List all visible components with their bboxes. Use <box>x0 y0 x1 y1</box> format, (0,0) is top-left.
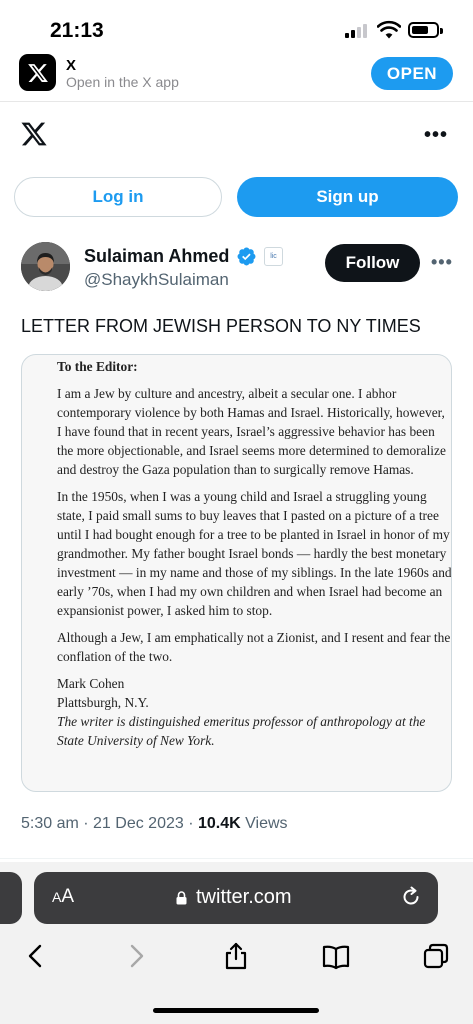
letter-paragraph: In the 1950s, when I was a young child a… <box>57 489 452 618</box>
login-button[interactable]: Log in <box>14 177 222 217</box>
home-indicator <box>153 1008 319 1013</box>
reload-icon[interactable] <box>400 886 422 908</box>
app-banner: X Open in the X app OPEN <box>0 52 473 100</box>
views-count: 10.4K <box>197 815 241 832</box>
previous-tab-preview[interactable] <box>0 872 22 924</box>
banner-app-name: X <box>66 57 77 74</box>
affiliate-badge: lic <box>264 247 283 266</box>
verified-badge-icon <box>237 247 256 266</box>
follow-button[interactable]: Follow <box>325 244 420 282</box>
back-icon[interactable] <box>22 942 50 970</box>
banner-subtitle: Open in the X app <box>66 74 179 90</box>
divider <box>0 101 473 102</box>
battery-icon <box>408 22 443 38</box>
url-text[interactable]: twitter.com <box>196 886 292 909</box>
bookmarks-icon[interactable] <box>322 942 350 970</box>
divider <box>0 858 473 859</box>
tweet-more-icon[interactable]: ••• <box>431 252 453 273</box>
tweet-meta: 5:30 am · 21 Dec 2023 · 10.4K Views <box>21 815 288 833</box>
signup-button[interactable]: Sign up <box>237 177 458 217</box>
letter-paragraph: Although a Jew, I am emphatically not a … <box>57 630 451 664</box>
lock-icon <box>176 891 187 905</box>
letter-signature: Mark Cohen Plattsburgh, N.Y. The writer … <box>57 674 451 750</box>
letter-paragraph: I am a Jew by culture and ancestry, albe… <box>57 386 446 477</box>
letter-salutation: To the Editor: <box>57 359 138 374</box>
share-icon[interactable] <box>222 942 250 970</box>
x-logo-icon[interactable] <box>20 120 48 148</box>
address-bar[interactable]: AA twitter.com <box>34 872 438 924</box>
avatar[interactable] <box>21 242 70 291</box>
x-app-icon[interactable] <box>19 54 56 91</box>
signature-location: Plattsburgh, N.Y. <box>57 695 149 710</box>
letter-content: To the Editor: I am a Jew by culture and… <box>57 355 452 750</box>
author-handle[interactable]: @ShaykhSulaiman <box>84 270 229 290</box>
signal-icon <box>345 24 369 38</box>
forward-icon[interactable] <box>122 942 150 970</box>
open-app-button[interactable]: OPEN <box>371 57 453 90</box>
tabs-icon[interactable] <box>422 942 450 970</box>
signature-name: Mark Cohen <box>57 676 125 691</box>
reader-options-button[interactable]: AA <box>52 886 74 908</box>
signature-note: The writer is distinguished emeritus pro… <box>57 714 426 748</box>
more-icon[interactable]: ••• <box>424 124 448 147</box>
status-bar: 21:13 <box>0 0 473 60</box>
status-time: 21:13 <box>50 19 104 42</box>
x-header: ••• <box>0 112 473 156</box>
tweet-media-image[interactable]: To the Editor: I am a Jew by culture and… <box>21 354 452 792</box>
views-label: Views <box>245 815 288 832</box>
author-name[interactable]: Sulaiman Ahmed <box>84 246 229 267</box>
tweet-timestamp[interactable]: 5:30 am · 21 Dec 2023 · <box>21 815 198 832</box>
wifi-icon <box>377 20 401 39</box>
browser-toolbar: AA twitter.com <box>0 862 473 1024</box>
tweet-text: LETTER FROM JEWISH PERSON TO NY TIMES <box>21 316 421 336</box>
